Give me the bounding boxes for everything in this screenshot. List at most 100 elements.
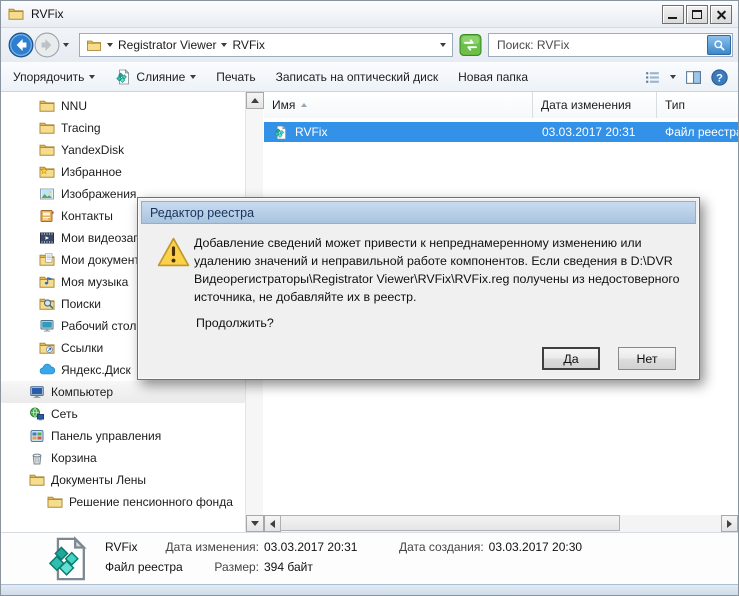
- print-button[interactable]: Печать: [216, 70, 255, 84]
- dialog-title: Редактор реестра: [150, 206, 254, 220]
- breadcrumb-rvfix[interactable]: RVFix: [232, 38, 264, 52]
- breadcrumb-registrator-viewer[interactable]: Registrator Viewer: [118, 38, 216, 52]
- registry-file-icon: [273, 125, 288, 140]
- size-label: Размер:: [151, 560, 259, 580]
- title-bar: RVFix: [1, 1, 738, 28]
- address-dropdown-icon[interactable]: [440, 43, 446, 47]
- history-dropdown-icon[interactable]: [63, 43, 69, 47]
- registry-file-icon-large: [45, 536, 91, 582]
- navigation-bar: Registrator Viewer RVFix Поиск: RVFix: [1, 28, 738, 62]
- file-modified: 03.03.2017 20:31: [532, 125, 656, 139]
- music-icon: [39, 274, 55, 290]
- explorer-window: ? RVFix Registrator Viewer RVFix: [0, 0, 739, 596]
- minimize-button[interactable]: [662, 5, 684, 24]
- sidebar-item-recycle-bin[interactable]: Корзина: [1, 447, 245, 469]
- modified-value: 03.03.2017 20:31: [264, 540, 357, 560]
- scroll-right-button[interactable]: [721, 515, 738, 532]
- registry-file-icon: [115, 69, 131, 85]
- list-horizontal-scrollbar[interactable]: [264, 515, 738, 532]
- dialog-message: Добавление сведений может привести к неп…: [194, 234, 686, 306]
- sidebar-item-nnu[interactable]: NNU: [1, 95, 245, 117]
- merge-button[interactable]: Слияние: [115, 69, 196, 85]
- contacts-icon: [39, 208, 55, 224]
- sidebar-item-dokumenty-leny[interactable]: Документы Лены: [1, 469, 245, 491]
- warning-icon: [156, 236, 191, 269]
- sidebar-item-reshenie-pensionnogo-fonda[interactable]: Решение пенсионного фонда: [1, 491, 245, 513]
- organize-button[interactable]: Упорядочить: [13, 70, 95, 84]
- folder-icon: [86, 38, 102, 53]
- yes-button[interactable]: Да: [542, 347, 600, 370]
- chevron-down-icon: [190, 75, 196, 79]
- created-value: 03.03.2017 20:30: [489, 540, 582, 554]
- registry-editor-dialog: Редактор реестра Добавление сведений мож…: [137, 197, 700, 380]
- window-controls: [662, 5, 732, 24]
- sort-ascending-icon: [301, 100, 307, 107]
- window-bottom-edge: [1, 584, 738, 595]
- pictures-icon: [39, 186, 55, 202]
- scrollbar-thumb[interactable]: [280, 515, 620, 531]
- computer-icon: [29, 384, 45, 400]
- arrow-right-icon: [727, 520, 736, 528]
- burn-to-disc-button[interactable]: Записать на оптический диск: [276, 70, 439, 84]
- maximize-icon: [692, 10, 702, 19]
- column-headers: Имя Дата изменения Тип: [264, 92, 738, 118]
- preview-pane-icon[interactable]: [685, 69, 702, 86]
- chevron-down-icon: [89, 75, 95, 79]
- documents-icon: [39, 252, 55, 268]
- chevron-down-icon[interactable]: [221, 43, 227, 47]
- sidebar-item-network[interactable]: Сеть: [1, 403, 245, 425]
- folder-icon: [47, 494, 63, 510]
- cloud-icon: [39, 362, 55, 378]
- scroll-up-button[interactable]: [246, 92, 264, 109]
- command-toolbar: Упорядочить Слияние Печать Записать на о…: [1, 62, 738, 92]
- view-dropdown-icon[interactable]: [670, 75, 676, 79]
- recycle-bin-icon: [29, 450, 45, 466]
- favorites-star-folder-icon: [39, 164, 55, 180]
- column-header-modified[interactable]: Дата изменения: [533, 92, 657, 118]
- searches-icon: [39, 296, 55, 312]
- sidebar-item-computer[interactable]: Компьютер: [1, 381, 245, 403]
- forward-button[interactable]: [34, 32, 60, 58]
- refresh-button[interactable]: [459, 34, 482, 56]
- sidebar-item-favorites[interactable]: Избранное: [1, 161, 245, 183]
- new-folder-button[interactable]: Новая папка: [458, 70, 528, 84]
- minimize-icon: [668, 17, 677, 19]
- chevron-down-icon[interactable]: [107, 43, 113, 47]
- control-panel-icon: [29, 428, 45, 444]
- dialog-title-bar[interactable]: Редактор реестра: [141, 201, 696, 224]
- column-header-type[interactable]: Тип: [657, 92, 738, 118]
- column-header-name[interactable]: Имя: [264, 92, 533, 118]
- address-bar[interactable]: Registrator Viewer RVFix: [79, 33, 453, 57]
- folder-icon: [29, 472, 45, 488]
- details-file-name: RVFix: [105, 540, 137, 554]
- arrow-down-icon: [251, 521, 259, 530]
- sidebar-item-tracing[interactable]: Tracing: [1, 117, 245, 139]
- sidebar-item-control-panel[interactable]: Панель управления: [1, 425, 245, 447]
- no-button[interactable]: Нет: [618, 347, 676, 370]
- maximize-button[interactable]: [686, 5, 708, 24]
- close-button[interactable]: [710, 5, 732, 24]
- change-view-icon[interactable]: [644, 69, 661, 86]
- file-type: Файл реестра: [656, 125, 738, 139]
- modified-label: Дата изменения:: [151, 540, 259, 560]
- arrow-left-icon: [266, 520, 275, 528]
- search-icon: [713, 39, 726, 52]
- videos-icon: [39, 230, 55, 246]
- file-row-rvfix[interactable]: RVFix 03.03.2017 20:31 Файл реестра: [264, 122, 738, 142]
- links-icon: [39, 340, 55, 356]
- details-pane: RVFix Файл реестра Дата изменения: 03.03…: [1, 532, 738, 584]
- search-box[interactable]: Поиск: RVFix: [488, 33, 733, 57]
- back-button[interactable]: [8, 32, 34, 58]
- search-button[interactable]: [707, 35, 731, 55]
- folder-icon: [39, 98, 55, 114]
- help-icon[interactable]: [711, 69, 728, 86]
- scroll-down-button[interactable]: [246, 515, 264, 532]
- file-name: RVFix: [295, 125, 532, 139]
- scroll-left-button[interactable]: [264, 515, 281, 532]
- dialog-question: Продолжить?: [196, 316, 274, 330]
- sidebar-item-yandexdisk[interactable]: YandexDisk: [1, 139, 245, 161]
- folder-icon: [7, 6, 25, 22]
- folder-icon: [39, 142, 55, 158]
- search-input[interactable]: Поиск: RVFix: [497, 38, 707, 52]
- created-label: Дата создания:: [399, 540, 484, 554]
